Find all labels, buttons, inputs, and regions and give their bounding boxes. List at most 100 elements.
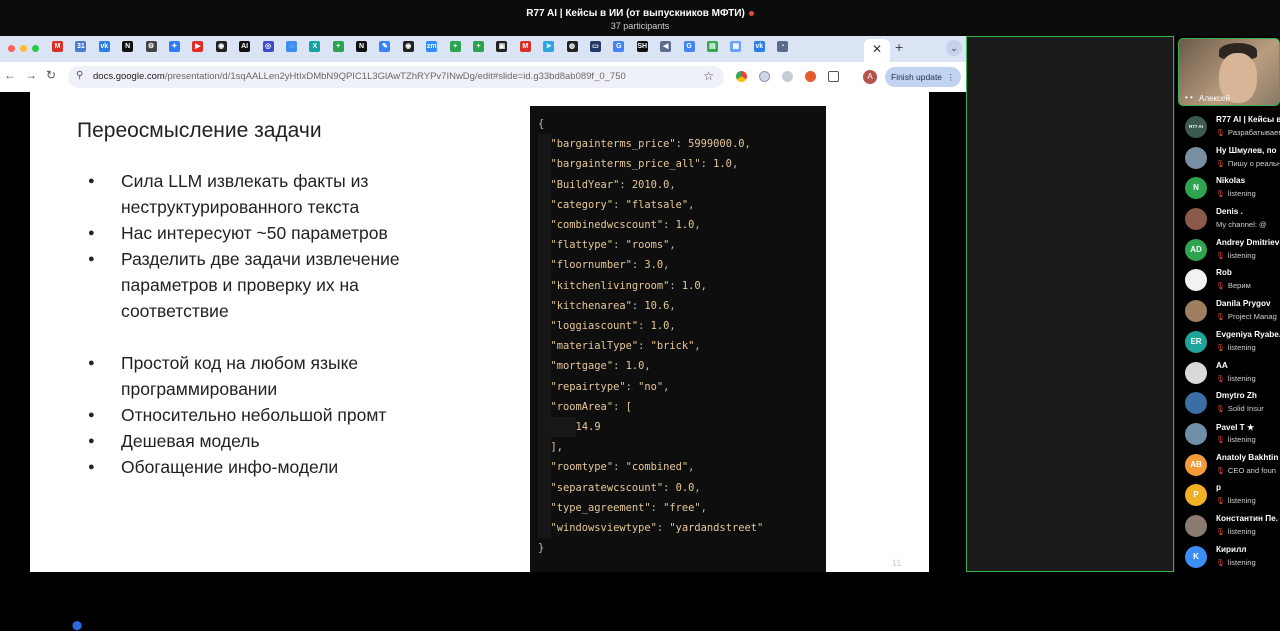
participant-item[interactable]: AD Andrey Dmitriev 🎙 listening — [1178, 235, 1280, 266]
notion-icon[interactable]: N — [356, 41, 368, 52]
reload-icon[interactable]: ↻ — [46, 68, 56, 82]
bookmark-star-icon[interactable]: ☆ — [703, 69, 714, 83]
participant-item[interactable]: K Кирилл 🎙 listening — [1178, 542, 1280, 573]
openai-icon[interactable]: ◍ — [566, 41, 578, 52]
zoom-icon[interactable]: zm — [426, 41, 438, 52]
kebab-menu-icon[interactable]: ⋮ — [947, 67, 956, 87]
sheets-icon[interactable]: + — [473, 41, 485, 52]
participant-item[interactable]: Danila Prygov 🎙 Project Manag — [1178, 296, 1280, 327]
sh-icon[interactable]: SH — [636, 41, 648, 52]
participant-item[interactable]: R77 AI R77 AI | Кейсы в 🎙 Разрабатываем — [1178, 112, 1280, 143]
code-line: "type_agreement": "free", — [538, 497, 826, 519]
spinner-icon[interactable]: ◔ — [777, 41, 789, 52]
docs-icon[interactable]: ▦ — [730, 41, 742, 52]
json-comma: , — [694, 481, 701, 494]
json-value: "rooms" — [625, 239, 670, 252]
participant-item[interactable]: Константин Пе. 🎙 listening — [1178, 511, 1280, 542]
participant-item[interactable]: Denis . My channel: @ — [1178, 204, 1280, 235]
tool-icon[interactable]: ⚙ — [145, 41, 157, 52]
chatgpt-icon[interactable]: AI — [239, 41, 251, 52]
video-icon[interactable]: ▭ — [589, 41, 601, 52]
mic-muted-icon: 🎙 — [1216, 160, 1225, 168]
shared-window-frame — [966, 36, 1174, 572]
new-tab-button[interactable]: + — [895, 39, 903, 55]
json-key: "bargainterms_price_all" — [550, 158, 701, 171]
globe-icon[interactable]: ◌ — [285, 41, 297, 52]
video-more-icon[interactable]: • • — [1185, 93, 1193, 102]
shield-icon[interactable] — [782, 71, 793, 82]
json-value: 14.9 — [575, 421, 601, 434]
telegram-icon[interactable]: ➤ — [543, 41, 555, 52]
chat-icon[interactable]: ◀ — [660, 41, 672, 52]
json-comma: , — [700, 279, 707, 292]
json-key: "flattype" — [550, 239, 614, 252]
participant-item[interactable]: Dmytro Zh 🎙 Solid Insur — [1178, 388, 1280, 419]
active-tab[interactable]: ✕ — [864, 39, 890, 62]
maximize-window-icon[interactable] — [32, 45, 39, 52]
address-bar[interactable]: ⚲ docs.google.com/presentation/d/1sqAALL… — [68, 66, 724, 88]
notion-icon[interactable]: N — [122, 41, 134, 52]
extension-orange-icon[interactable] — [805, 71, 816, 82]
json-key: "repairtype" — [550, 380, 626, 393]
box-icon[interactable]: ▣ — [496, 41, 508, 52]
participant-item[interactable]: Pp 🎙 listening — [1178, 480, 1280, 511]
extension-circle-icon[interactable] — [759, 71, 770, 82]
json-key: "roomtype" — [550, 461, 614, 474]
profile-avatar[interactable]: A — [863, 70, 877, 84]
finish-update-button[interactable]: Finish update ⋮ — [885, 67, 961, 87]
tab-search-icon[interactable]: ⌄ — [946, 40, 962, 56]
json-value: "no" — [638, 380, 664, 393]
plus-doc-icon[interactable]: + — [332, 41, 344, 52]
participant-status-text: listening — [1227, 526, 1256, 536]
participant-item[interactable]: AB Anatoly Bakhtin 🎙 CEO and foun — [1178, 450, 1280, 481]
participant-item[interactable]: N Nikolas 🎙 listening — [1178, 173, 1280, 204]
code-indent — [538, 174, 551, 195]
code-line: "materialType": "brick", — [538, 336, 826, 357]
json-value: "flatsale" — [625, 198, 689, 211]
avatar — [1185, 361, 1207, 384]
sheets-icon[interactable]: + — [449, 41, 461, 52]
github-icon[interactable]: ◉ — [215, 41, 227, 52]
url-text[interactable]: docs.google.com/presentation/d/1sqAALLen… — [93, 71, 626, 82]
json-colon: : — [650, 501, 664, 514]
minimize-window-icon[interactable] — [20, 45, 27, 52]
mic-muted-icon: 🎙 — [1216, 406, 1225, 414]
close-window-icon[interactable] — [8, 45, 15, 52]
participant-item[interactable]: Rob 🎙 Верим — [1178, 265, 1280, 296]
google-icon[interactable]: G — [613, 41, 625, 52]
gmail-icon[interactable]: M — [52, 41, 63, 52]
participant-name: AA — [1216, 360, 1228, 370]
extensions-puzzle-icon[interactable] — [828, 71, 839, 82]
json-comma: , — [663, 259, 670, 272]
participant-item[interactable]: Ну Шмулев, по 🎙 Пишу о реальн — [1178, 143, 1280, 174]
chrome-extension-icon[interactable] — [736, 71, 747, 82]
vk-icon[interactable]: vk — [98, 41, 110, 52]
site-info-icon[interactable]: ⚲ — [76, 70, 83, 81]
self-video-tile[interactable]: • • Алексей — [1178, 38, 1280, 106]
puzzle-icon[interactable]: ✦ — [168, 41, 180, 52]
mic-muted-icon: 🎙 — [1216, 130, 1225, 137]
close-tab-icon[interactable]: ✕ — [872, 42, 882, 56]
location-pin-icon[interactable]: ⬤ — [72, 620, 82, 631]
forward-icon[interactable]: → — [25, 68, 37, 82]
extension-icons — [736, 71, 851, 82]
participant-status: 🎙 listening — [1216, 189, 1256, 198]
x-icon[interactable]: X — [309, 41, 321, 52]
bullet-item: Дешевая модель — [88, 428, 448, 454]
calendar-icon[interactable]: 31 — [75, 41, 87, 52]
gmail-icon[interactable]: M — [519, 41, 531, 52]
json-comma: , — [700, 501, 707, 514]
circle-icon[interactable]: ◎ — [262, 41, 274, 52]
github-icon[interactable]: ◉ — [402, 41, 414, 52]
vk-icon[interactable]: vk — [753, 41, 765, 52]
participant-item[interactable]: ER Evgeniya Ryabe. 🎙 listening — [1178, 327, 1280, 358]
participant-item[interactable]: AA 🎙 listening — [1178, 358, 1280, 389]
wing-icon[interactable]: ✎ — [379, 41, 391, 52]
youtube-icon[interactable]: ▶ — [192, 41, 204, 52]
participant-status: 🎙 listening — [1216, 251, 1256, 260]
chart-icon[interactable]: ▤ — [706, 41, 718, 52]
back-icon[interactable]: ← — [4, 68, 16, 82]
json-comma: , — [744, 138, 751, 151]
google-icon[interactable]: G — [683, 41, 695, 52]
participant-item[interactable]: Pavel T ★ 🎙 listening — [1178, 419, 1280, 450]
